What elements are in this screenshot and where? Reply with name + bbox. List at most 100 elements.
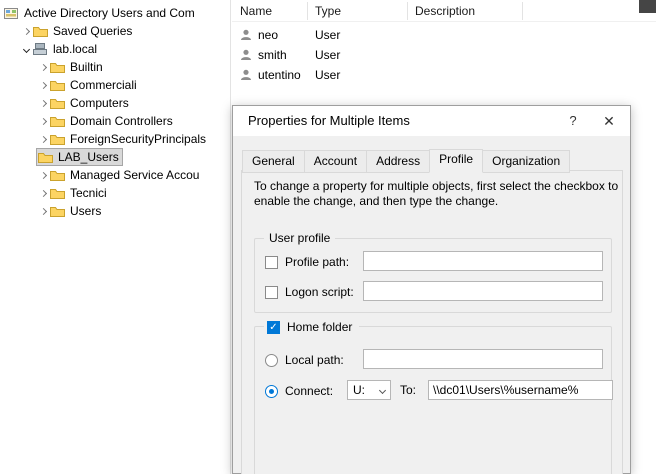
tab-general[interactable]: General [242,150,305,173]
to-label: To: [400,383,416,397]
tree-item-label: Domain Controllers [67,113,176,129]
user-profile-group: User profile Profile path: Logon script: [254,238,612,313]
connect-radio[interactable] [265,385,278,398]
folder-icon [50,187,67,199]
home-folder-label: Home folder [287,320,352,334]
chevron-right-icon[interactable] [37,65,50,70]
directory-root-icon [4,7,21,19]
chevron-right-icon[interactable] [37,191,50,196]
column-separator[interactable] [307,2,308,20]
tree-item-computers[interactable]: Computers [0,94,230,112]
logon-script-row: Logon script: [265,281,601,303]
tree-item-foreignsecurityprincipals[interactable]: ForeignSecurityPrincipals [0,130,230,148]
tree-item-lab-users[interactable]: LAB_Users [0,148,230,166]
folder-icon [50,205,67,217]
tree-item-tecnici[interactable]: Tecnici [0,184,230,202]
chevron-right-icon[interactable] [37,209,50,214]
chevron-right-icon[interactable] [37,119,50,124]
tree-item-saved-queries[interactable]: Saved Queries [0,22,230,40]
column-header-description[interactable]: Description [415,4,475,18]
tree-item-users[interactable]: Users [0,202,230,220]
column-separator[interactable] [407,2,408,20]
tree-item-label: Saved Queries [50,23,135,39]
dialog-instructions: To change a property for multiple object… [254,179,618,209]
list-row-smith[interactable]: smith User [232,45,656,65]
profile-path-label: Profile path: [285,255,349,269]
column-header-type[interactable]: Type [315,4,341,18]
chevron-right-icon[interactable] [37,101,50,106]
cell-type: User [315,28,340,42]
user-icon [240,69,258,81]
local-path-input[interactable] [363,349,603,369]
help-button[interactable]: ? [556,106,590,136]
console-tree-panel: Active Directory Users and Com Saved Que… [0,0,231,474]
home-folder-check-row: Home folder [264,318,359,336]
list-row-neo[interactable]: neo User [232,25,656,45]
home-folder-path-input[interactable] [428,380,613,400]
tab-address[interactable]: Address [366,150,430,173]
cell-name: utentino [258,68,301,82]
folder-icon [50,61,67,73]
cell-name: neo [258,28,278,42]
local-path-label: Local path: [285,353,344,367]
folder-icon [50,97,67,109]
column-header-name[interactable]: Name [240,4,272,18]
tab-organization[interactable]: Organization [482,150,570,173]
home-folder-group: Home folder Local path: Connect: U: To: [254,326,612,474]
window-corner-fragment [639,0,656,13]
logon-script-input[interactable] [363,281,603,301]
profile-path-checkbox[interactable] [265,256,278,269]
cell-name: smith [258,48,287,62]
properties-dialog: Properties for Multiple Items ? ✕ Genera… [232,105,631,474]
connect-row: Connect: U: To: [265,380,601,402]
chevron-right-icon[interactable] [37,173,50,178]
tree-item-label: Managed Service Accou [67,167,202,183]
chevron-down-icon[interactable] [20,47,33,52]
tree-item-label: Tecnici [67,185,110,201]
tree-item-domain-controllers[interactable]: Domain Controllers [0,112,230,130]
local-path-row: Local path: [265,349,601,371]
close-button[interactable]: ✕ [592,106,626,136]
folder-icon [50,115,67,127]
user-icon [240,29,258,41]
home-folder-checkbox[interactable] [267,321,280,334]
profile-tab-page: To change a property for multiple object… [241,170,623,474]
drive-letter-select[interactable]: U: [347,380,391,400]
chevron-down-icon [379,386,386,393]
selected-tree-item-highlight: LAB_Users [37,149,122,165]
tree-item-builtin[interactable]: Builtin [0,58,230,76]
folder-icon [50,79,67,91]
cell-type: User [315,68,340,82]
tree-item-label: Users [67,203,104,219]
tree-item-label: Builtin [67,59,106,75]
property-tabs: General Account Address Profile Organiza… [242,150,569,173]
tree-item-lab-local[interactable]: lab.local [0,40,230,58]
local-path-radio[interactable] [265,354,278,367]
tree-item-label: Computers [67,95,132,111]
tab-profile[interactable]: Profile [429,149,483,173]
tree-item-commerciali[interactable]: Commerciali [0,76,230,94]
profile-path-row: Profile path: [265,251,601,273]
drive-letter-value: U: [353,383,365,397]
tree-item-managed-service-accounts[interactable]: Managed Service Accou [0,166,230,184]
connect-label: Connect: [285,384,333,398]
tab-account[interactable]: Account [304,150,367,173]
profile-path-input[interactable] [363,251,603,271]
tree-item-root[interactable]: Active Directory Users and Com [0,4,230,22]
dialog-titlebar: Properties for Multiple Items ? ✕ [233,106,630,136]
list-row-utentino[interactable]: utentino User [232,65,656,85]
chevron-right-icon[interactable] [37,137,50,142]
folder-icon [50,133,67,145]
folder-icon [50,169,67,181]
tree-item-label: LAB_Users [55,149,122,165]
logon-script-checkbox[interactable] [265,286,278,299]
chevron-right-icon[interactable] [20,29,33,34]
column-separator[interactable] [522,2,523,20]
group-label: User profile [264,231,335,245]
folder-icon [38,151,55,163]
folder-icon [33,25,50,37]
chevron-right-icon[interactable] [37,83,50,88]
cell-type: User [315,48,340,62]
tree-item-label: lab.local [50,41,100,57]
dialog-title: Properties for Multiple Items [248,106,410,136]
